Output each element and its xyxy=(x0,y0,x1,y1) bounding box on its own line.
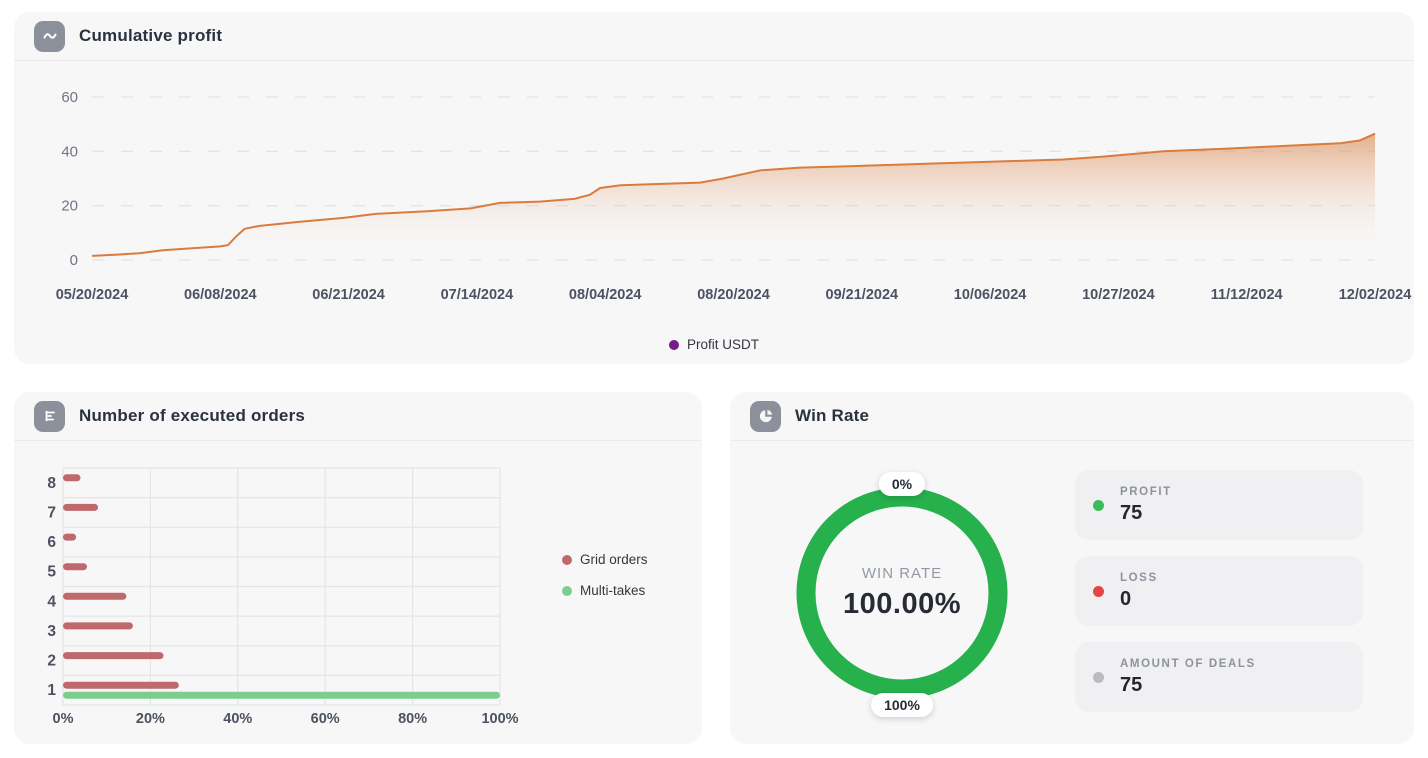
executed-orders-panel: Number of executed orders 0% 20% 40% 60% 80%… xyxy=(14,392,702,744)
dashboard: Cumulative profit 0 20 40 60 05/20/2024 06/08… xyxy=(0,0,1428,758)
win-rate-header: Win Rate xyxy=(730,392,1414,441)
win-rate-center-value: 100.00% xyxy=(843,588,961,620)
cumulative-profit-title: Cumulative profit xyxy=(79,26,223,45)
svg-text:100%: 100% xyxy=(481,711,518,727)
win-rate-hundred-badge: 100% xyxy=(871,693,933,717)
svg-text:07/14/2024: 07/14/2024 xyxy=(441,287,514,303)
win-rate-gauge: WIN RATE 100.00% 0% 100% xyxy=(787,472,1017,717)
svg-text:40%: 40% xyxy=(223,711,252,727)
svg-text:0: 0 xyxy=(70,252,78,269)
svg-text:1: 1 xyxy=(47,682,56,699)
legend-dot-grid-orders xyxy=(562,554,572,565)
cumulative-profit-panel: Cumulative profit 0 20 40 60 05/20/2024 06/08… xyxy=(14,12,1414,364)
svg-text:6: 6 xyxy=(47,534,56,551)
win-rate-center-label: WIN RATE xyxy=(861,565,943,582)
svg-text:10/06/2024: 10/06/2024 xyxy=(954,287,1027,303)
amount-of-deals-value: 75 xyxy=(1120,673,1143,696)
svg-text:08/20/2024: 08/20/2024 xyxy=(697,287,770,303)
profit-label: PROFIT xyxy=(1120,485,1172,498)
legend-label-profit-usdt: Profit USDT xyxy=(686,337,759,352)
svg-text:60%: 60% xyxy=(311,711,340,727)
svg-text:0%: 0% xyxy=(53,711,74,727)
svg-text:20: 20 xyxy=(61,198,78,215)
win-rate-stats: PROFIT 75 LOSS 0 AMOUNT OF DEALS 75 xyxy=(1075,470,1363,712)
legend-label-multi-takes: Multi-takes xyxy=(580,583,646,598)
cumulative-profit-chart: 0 20 40 60 05/20/2024 06/08/2024 06/21/2024 07/… xyxy=(56,89,1412,303)
loss-label: LOSS xyxy=(1120,571,1158,584)
legend-item-multi-takes[interactable]: Multi-takes xyxy=(562,583,648,598)
legend-label-grid-orders: Grid orders xyxy=(580,552,648,567)
win-rate-panel: Win Rate WIN RATE 100.00% 0% 100% PROFIT… xyxy=(730,392,1414,744)
stat-card-amount-of-deals: AMOUNT OF DEALS 75 xyxy=(1075,642,1363,712)
svg-text:40: 40 xyxy=(61,143,78,160)
legend-item-profit-usdt[interactable]: Profit USDT xyxy=(668,337,759,352)
profit-value: 75 xyxy=(1120,501,1143,524)
legend-dot-profit-usdt xyxy=(668,339,679,350)
pie-chart-icon xyxy=(750,400,781,432)
profit-dot xyxy=(1093,499,1104,511)
executed-orders-chart: 0% 20% 40% 60% 80% 100% 8 7 6 5 4 3 2 1 xyxy=(47,467,519,727)
svg-text:11/12/2024: 11/12/2024 xyxy=(1211,287,1283,303)
svg-text:12/02/2024: 12/02/2024 xyxy=(1339,287,1412,303)
svg-text:20%: 20% xyxy=(136,711,165,727)
svg-text:09/21/2024: 09/21/2024 xyxy=(826,287,899,303)
svg-text:8: 8 xyxy=(47,475,56,492)
svg-text:4: 4 xyxy=(47,593,56,610)
cumulative-profit-legend: Profit USDT xyxy=(14,337,1414,352)
svg-text:08/04/2024: 08/04/2024 xyxy=(569,287,642,303)
executed-orders-title: Number of executed orders xyxy=(79,406,306,425)
cumulative-profit-header: Cumulative profit xyxy=(14,12,1414,61)
line-chart-icon xyxy=(34,20,65,52)
stat-card-profit: PROFIT 75 xyxy=(1075,470,1363,540)
svg-text:2: 2 xyxy=(47,653,56,670)
amount-of-deals-dot xyxy=(1093,671,1104,683)
executed-orders-header: Number of executed orders xyxy=(14,392,702,441)
svg-text:7: 7 xyxy=(47,504,56,521)
svg-text:05/20/2024: 05/20/2024 xyxy=(56,287,129,303)
win-rate-center: WIN RATE 100.00% xyxy=(787,478,1017,708)
legend-item-grid-orders[interactable]: Grid orders xyxy=(562,552,648,567)
executed-orders-legend: Grid orders Multi-takes xyxy=(562,552,648,598)
svg-text:10/27/2024: 10/27/2024 xyxy=(1082,287,1155,303)
amount-of-deals-label: AMOUNT OF DEALS xyxy=(1120,657,1256,670)
svg-text:06/21/2024: 06/21/2024 xyxy=(312,287,385,303)
legend-dot-multi-takes xyxy=(562,585,572,596)
svg-text:60: 60 xyxy=(61,89,78,106)
svg-text:06/08/2024: 06/08/2024 xyxy=(184,287,257,303)
loss-dot xyxy=(1093,585,1104,597)
svg-text:80%: 80% xyxy=(398,711,427,727)
bar-chart-icon xyxy=(34,400,65,432)
svg-text:3: 3 xyxy=(47,623,56,640)
win-rate-title: Win Rate xyxy=(795,406,870,425)
svg-text:5: 5 xyxy=(47,564,56,581)
win-rate-zero-badge: 0% xyxy=(878,472,926,496)
loss-value: 0 xyxy=(1120,587,1132,610)
stat-card-loss: LOSS 0 xyxy=(1075,556,1363,626)
